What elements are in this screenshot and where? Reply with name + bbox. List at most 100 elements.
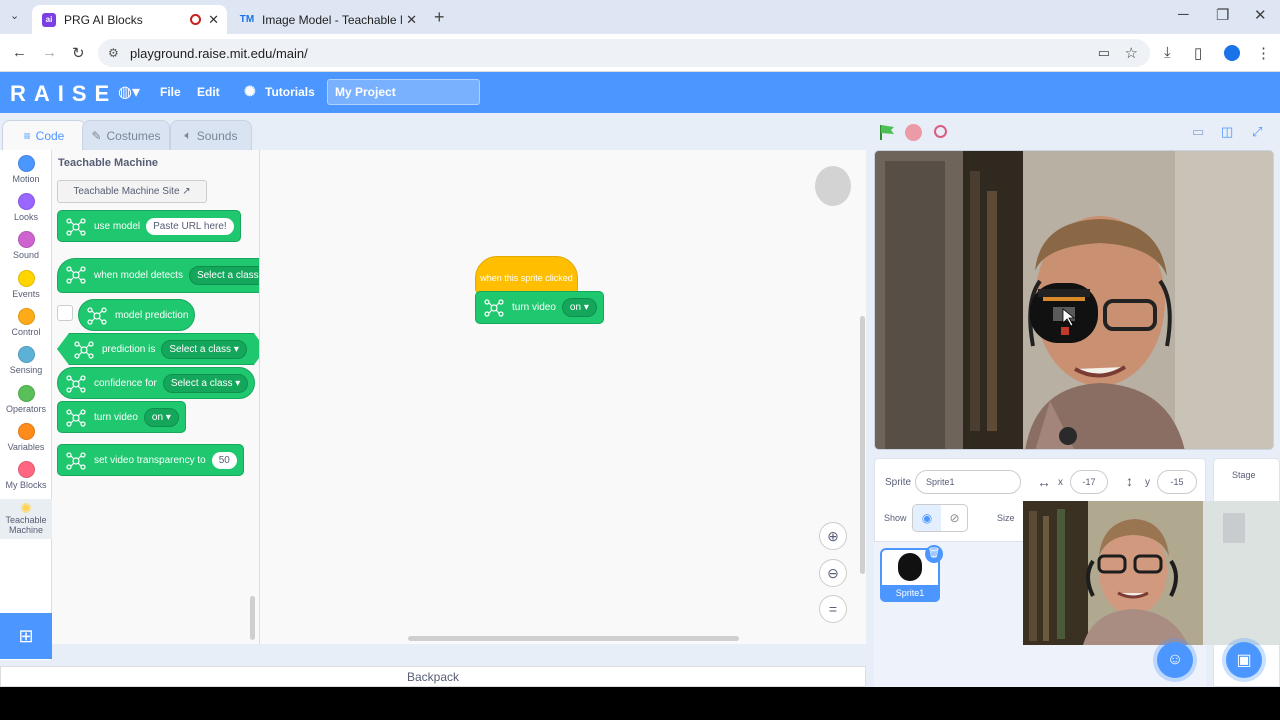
network-icon	[66, 452, 86, 470]
category-operators[interactable]: Operators	[0, 385, 52, 414]
webcam-video-image	[875, 151, 1273, 449]
block-confidence-for[interactable]: confidence for Select a class ▾	[57, 367, 256, 399]
block-set-video-transparency[interactable]: set video transparency to 50	[57, 444, 244, 476]
delete-sprite-icon[interactable]: 🗑︎	[925, 545, 943, 563]
raise-logo[interactable]: RAISE	[10, 81, 117, 107]
y-position-input[interactable]: -15	[1157, 470, 1197, 494]
category-control[interactable]: Control	[0, 308, 52, 337]
file-menu[interactable]: File	[160, 85, 181, 99]
edit-menu[interactable]: Edit	[197, 85, 220, 99]
looks-color-dot	[17, 193, 35, 210]
tutorials-lightbulb-icon: ✺	[244, 83, 256, 99]
browser-menu-icon[interactable]: ⋮	[1256, 44, 1271, 62]
back-icon[interactable]: ←	[12, 44, 27, 61]
add-extension-button[interactable]: ⊞	[0, 613, 52, 659]
sound-color-dot	[17, 231, 35, 248]
download-icon[interactable]: ⤓	[1164, 44, 1171, 61]
green-flag-icon[interactable]	[878, 124, 896, 140]
class-dropdown[interactable]: Select a class ▾	[188, 266, 259, 285]
video-state-dropdown[interactable]: on ▾	[143, 407, 179, 427]
camera-icon[interactable]: ▭	[1098, 45, 1110, 61]
close-tab-icon[interactable]: ✕	[208, 12, 219, 28]
stop-icon[interactable]	[905, 124, 922, 141]
browser-toolbar: ← → ↻ ⚙ playground.raise.mit.edu/main/ ▭…	[0, 34, 1280, 72]
category-my-blocks[interactable]: My Blocks	[0, 461, 52, 490]
visibility-toggle: ◉ ⊘	[912, 504, 968, 532]
class-dropdown[interactable]: Select a class ▾	[161, 340, 247, 359]
block-use-model[interactable]: use model Paste URL here!	[57, 210, 241, 242]
palette-scrollbar[interactable]	[250, 596, 255, 640]
recording-icon	[190, 14, 201, 25]
tab-list-chevron-icon[interactable]: ⌄	[10, 9, 19, 22]
add-extension-icon: ⊞	[18, 625, 34, 646]
minimize-icon[interactable]: ─	[1178, 6, 1189, 23]
reload-icon[interactable]: ↻	[72, 44, 85, 62]
teachable-machine-icon: ✺	[20, 500, 32, 516]
model-url-input[interactable]: Paste URL here!	[146, 217, 234, 235]
tab-image-model[interactable]: TM Image Model - Teachable Mach ✕	[230, 5, 425, 34]
browser-tabbar: ⌄ ai PRG AI Blocks ✕ TM Image Model - Te…	[0, 0, 1280, 34]
horizontal-scrollbar[interactable]	[408, 636, 739, 641]
network-icon	[484, 299, 504, 317]
x-arrows-icon: ↔	[1037, 474, 1051, 490]
new-tab-icon[interactable]: +	[434, 7, 445, 28]
site-info-icon[interactable]: ⚙	[108, 46, 119, 60]
video-state-dropdown[interactable]: on ▾	[561, 298, 597, 317]
category-motion[interactable]: Motion	[0, 155, 52, 184]
choose-backdrop-button[interactable]: ▣	[1226, 642, 1262, 678]
model-prediction-checkbox[interactable]	[57, 305, 73, 321]
sprite-name-input[interactable]: Sprite1	[915, 470, 1021, 494]
transparency-input[interactable]: 50	[211, 451, 237, 469]
script-area[interactable]	[260, 150, 866, 644]
tab-code[interactable]: ≡ Code	[2, 120, 86, 150]
sprite-thumbnail-label: Sprite1	[880, 585, 940, 602]
zoom-out-button[interactable]: ⊖	[819, 559, 847, 587]
record-icon[interactable]	[934, 125, 947, 138]
tutorials-menu[interactable]: Tutorials	[265, 85, 315, 99]
category-variables[interactable]: Variables	[0, 423, 52, 452]
backpack-bar[interactable]: Backpack	[0, 666, 866, 687]
block-prediction-is[interactable]: prediction is Select a class ▾	[57, 333, 260, 365]
category-sound[interactable]: Sound	[0, 231, 52, 260]
small-stage-icon[interactable]: ▭	[1192, 124, 1204, 140]
close-tab-icon[interactable]: ✕	[406, 12, 417, 28]
block-model-prediction[interactable]: model prediction	[78, 299, 196, 331]
x-position-input[interactable]: -17	[1070, 470, 1108, 494]
zoom-in-icon: ⊕	[827, 527, 839, 544]
show-eye-icon[interactable]: ◉	[913, 505, 941, 531]
category-teachable-machine[interactable]: ✺ Teachable Machine	[0, 499, 52, 539]
bookmark-star-icon[interactable]: ☆	[1125, 44, 1138, 62]
category-sensing[interactable]: Sensing	[0, 346, 52, 375]
category-events[interactable]: Events	[0, 270, 52, 299]
address-bar[interactable]: ⚙ playground.raise.mit.edu/main/ ▭ ☆	[98, 39, 1150, 67]
large-stage-icon[interactable]: ◫	[1221, 124, 1233, 140]
zoom-in-button[interactable]: ⊕	[819, 522, 847, 550]
app-menu-bar: RAISE ◍▾ File Edit ✺ Tutorials My Projec…	[0, 72, 1280, 113]
block-when-model-detects[interactable]: when model detects Select a class ▾	[57, 258, 259, 293]
vertical-scrollbar[interactable]	[860, 316, 865, 574]
close-window-icon[interactable]: ✕	[1254, 6, 1267, 24]
profile-avatar-icon[interactable]	[1224, 45, 1240, 61]
class-dropdown[interactable]: Select a class ▾	[162, 373, 249, 393]
teachable-machine-site-button[interactable]: Teachable Machine Site ↗	[57, 180, 207, 203]
tab-prg-ai-blocks[interactable]: ai PRG AI Blocks ✕	[32, 5, 227, 34]
maximize-icon[interactable]: ❐	[1216, 6, 1229, 24]
category-looks[interactable]: Looks	[0, 193, 52, 222]
y-arrows-icon: ↕	[1126, 473, 1133, 489]
stage-canvas[interactable]	[874, 150, 1274, 450]
operators-color-dot	[17, 385, 35, 402]
motion-color-dot	[17, 155, 35, 172]
side-panel-icon[interactable]: ▯	[1194, 44, 1202, 62]
choose-sprite-button[interactable]: ☺	[1157, 642, 1193, 678]
tab-sounds[interactable]: 🔈︎ Sounds	[170, 120, 252, 150]
hide-eye-icon[interactable]: ⊘	[941, 505, 968, 531]
block-turn-video[interactable]: turn video on ▾	[57, 401, 186, 433]
script-hat-when-sprite-clicked[interactable]: when this sprite clicked	[475, 256, 578, 294]
project-name-input[interactable]: My Project	[327, 79, 480, 105]
language-globe-icon[interactable]: ◍▾	[118, 82, 140, 102]
forward-icon[interactable]: →	[42, 44, 57, 61]
script-block-turn-video[interactable]: turn video on ▾	[475, 291, 604, 324]
tab-costumes[interactable]: ✎ Costumes	[82, 120, 170, 150]
fullscreen-icon[interactable]: ⤢	[1252, 124, 1262, 140]
zoom-reset-button[interactable]: =	[819, 595, 847, 623]
